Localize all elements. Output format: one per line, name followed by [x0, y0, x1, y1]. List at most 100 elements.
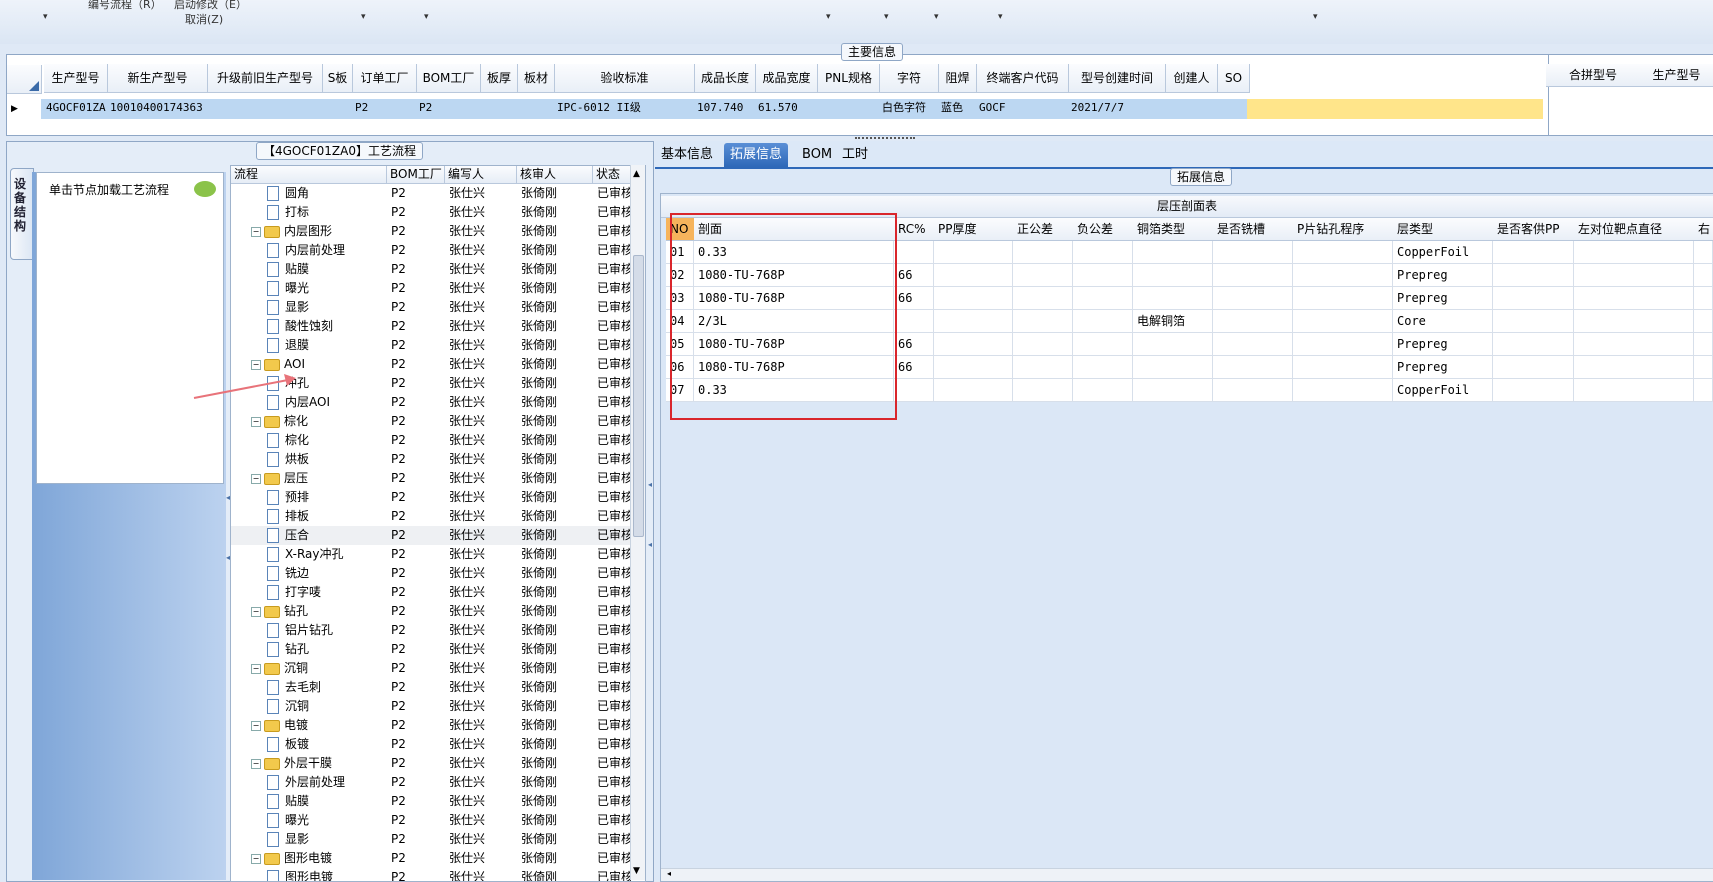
- main-cell[interactable]: 10010400174363: [108, 98, 206, 118]
- lamination-cell[interactable]: [894, 310, 934, 333]
- tree-node[interactable]: 显影: [267, 298, 387, 317]
- tree-node[interactable]: 打标: [267, 203, 387, 222]
- lamination-cell[interactable]: [1073, 264, 1133, 287]
- lamination-cell[interactable]: [1073, 310, 1133, 333]
- lamination-cell[interactable]: [1293, 310, 1393, 333]
- tree-row[interactable]: 内层前处理 P2 张仕兴 张倚刚 已审核: [231, 241, 631, 260]
- tree-node[interactable]: 棕化: [267, 431, 387, 450]
- tab-1[interactable]: 基本信息: [655, 143, 719, 167]
- tab-2[interactable]: 拓展信息: [724, 143, 789, 167]
- collapse-toggle-icon[interactable]: −: [251, 416, 261, 427]
- tree-row[interactable]: 钻孔 P2 张仕兴 张倚刚 已审核: [231, 640, 631, 659]
- lamination-header-5[interactable]: 正公差: [1013, 218, 1074, 241]
- lamination-cell[interactable]: [1213, 333, 1293, 356]
- main-header-4[interactable]: S板: [323, 64, 353, 93]
- main-header-6[interactable]: BOM工厂: [417, 64, 481, 93]
- main-header-9[interactable]: 验收标准: [555, 64, 695, 93]
- merge-header-2[interactable]: 生产型号: [1640, 64, 1713, 87]
- tree-node[interactable]: − 电镀: [251, 716, 387, 735]
- lamination-cell[interactable]: [1013, 241, 1073, 264]
- tree-row[interactable]: 铣边 P2 张仕兴 张倚刚 已审核: [231, 564, 631, 583]
- collapse-toggle-icon[interactable]: −: [251, 359, 261, 370]
- lamination-cell[interactable]: [1694, 287, 1713, 310]
- tree-row[interactable]: 贴膜 P2 张仕兴 张倚刚 已审核: [231, 792, 631, 811]
- lamination-cell[interactable]: Prepreg: [1393, 333, 1493, 356]
- lamination-cell[interactable]: [1073, 356, 1133, 379]
- tree-node[interactable]: 曝光: [267, 811, 387, 830]
- tree-node[interactable]: 烘板: [267, 450, 387, 469]
- splitter-grip[interactable]: [855, 137, 915, 142]
- dropdown-arrow-icon[interactable]: ▾: [43, 12, 48, 22]
- tree-row[interactable]: 板镀 P2 张仕兴 张倚刚 已审核: [231, 735, 631, 754]
- lamination-cell[interactable]: [1493, 379, 1574, 402]
- main-header-15[interactable]: 终端客户代码: [977, 64, 1069, 93]
- lamination-cell[interactable]: [1013, 356, 1073, 379]
- dropdown-arrow-icon[interactable]: ▾: [424, 12, 429, 22]
- lamination-cell[interactable]: [1073, 379, 1133, 402]
- tree-node[interactable]: 酸性蚀刻: [267, 317, 387, 336]
- tree-row[interactable]: 退膜 P2 张仕兴 张倚刚 已审核: [231, 336, 631, 355]
- lamination-cell[interactable]: 电解铜箔: [1133, 310, 1213, 333]
- tree-header-4[interactable]: 核审人: [517, 166, 593, 184]
- tree-row[interactable]: 压合 P2 张仕兴 张倚刚 已审核: [231, 526, 631, 545]
- lamination-cell[interactable]: [1574, 241, 1694, 264]
- main-header-13[interactable]: 字符: [880, 64, 939, 93]
- lamination-cell[interactable]: [1574, 356, 1694, 379]
- scroll-left-icon[interactable]: ◂: [667, 869, 671, 878]
- main-header-5[interactable]: 订单工厂: [353, 64, 417, 93]
- collapse-toggle-icon[interactable]: −: [251, 720, 261, 731]
- lamination-cell[interactable]: [934, 333, 1013, 356]
- lamination-cell[interactable]: Core: [1393, 310, 1493, 333]
- lamination-cell[interactable]: [1013, 379, 1073, 402]
- dropdown-arrow-icon[interactable]: ▾: [934, 12, 939, 22]
- tree-node[interactable]: 显影: [267, 830, 387, 849]
- lamination-cell[interactable]: Prepreg: [1393, 287, 1493, 310]
- lamination-cell[interactable]: [934, 356, 1013, 379]
- lamination-cell[interactable]: [934, 264, 1013, 287]
- lamination-cell[interactable]: [1574, 310, 1694, 333]
- lamination-horizontal-scrollbar[interactable]: ◂: [661, 868, 1713, 881]
- load-flow-box[interactable]: 单击节点加载工艺流程: [36, 172, 224, 484]
- scroll-down-icon[interactable]: ▼: [633, 866, 640, 876]
- tree-node[interactable]: 板镀: [267, 735, 387, 754]
- main-cell[interactable]: 4GOCF01ZA0: [44, 98, 106, 118]
- tree-node[interactable]: − 外层干膜: [251, 754, 387, 773]
- main-header-11[interactable]: 成品宽度: [756, 64, 818, 93]
- tree-node[interactable]: − 钻孔: [251, 602, 387, 621]
- main-header-16[interactable]: 型号创建时间: [1069, 64, 1166, 93]
- main-header-18[interactable]: SO: [1218, 64, 1250, 93]
- lamination-cell[interactable]: [894, 241, 934, 264]
- lamination-cell[interactable]: [1213, 264, 1293, 287]
- dropdown-arrow-icon[interactable]: ▾: [998, 12, 1003, 22]
- lamination-cell[interactable]: [1133, 333, 1213, 356]
- collapse-toggle-icon[interactable]: −: [251, 758, 261, 769]
- lamination-header-4[interactable]: PP厚度: [934, 218, 1014, 241]
- lamination-header-10[interactable]: 层类型: [1393, 218, 1494, 241]
- lamination-header-9[interactable]: P片钻孔程序: [1293, 218, 1394, 241]
- tree-row[interactable]: 外层前处理 P2 张仕兴 张倚刚 已审核: [231, 773, 631, 792]
- equipment-structure-tab[interactable]: 设备结构: [10, 168, 34, 260]
- tree-row[interactable]: 铝片钻孔 P2 张仕兴 张倚刚 已审核: [231, 621, 631, 640]
- lamination-cell[interactable]: [1133, 379, 1213, 402]
- tree-node[interactable]: 铝片钻孔: [267, 621, 387, 640]
- main-cell[interactable]: 107.740: [695, 98, 754, 118]
- number-flow-button[interactable]: 编号流程（R）: [88, 0, 162, 12]
- tree-row[interactable]: − 图形电镀 P2 张仕兴 张倚刚 已审核: [231, 849, 631, 868]
- tree-node[interactable]: 贴膜: [267, 260, 387, 279]
- collapse-toggle-icon[interactable]: −: [251, 606, 261, 617]
- scroll-thumb[interactable]: [633, 255, 644, 537]
- lamination-cell[interactable]: [1694, 333, 1713, 356]
- lamination-cell[interactable]: [934, 287, 1013, 310]
- splitter-arrow-icon[interactable]: ◂: [648, 480, 652, 489]
- main-cell[interactable]: IPC-6012 II级: [555, 98, 693, 118]
- tab-3[interactable]: BOM: [796, 143, 838, 167]
- lamination-cell[interactable]: [1493, 310, 1574, 333]
- tree-row[interactable]: − 沉铜 P2 张仕兴 张倚刚 已审核: [231, 659, 631, 678]
- tree-node[interactable]: 压合: [267, 526, 387, 545]
- lamination-cell[interactable]: 66: [894, 356, 934, 379]
- tree-row[interactable]: − 电镀 P2 张仕兴 张倚刚 已审核: [231, 716, 631, 735]
- lamination-header-12[interactable]: 左对位靶点直径: [1574, 218, 1695, 241]
- lamination-cell[interactable]: [1694, 241, 1713, 264]
- tree-row[interactable]: 酸性蚀刻 P2 张仕兴 张倚刚 已审核: [231, 317, 631, 336]
- tree-node[interactable]: 沉铜: [267, 697, 387, 716]
